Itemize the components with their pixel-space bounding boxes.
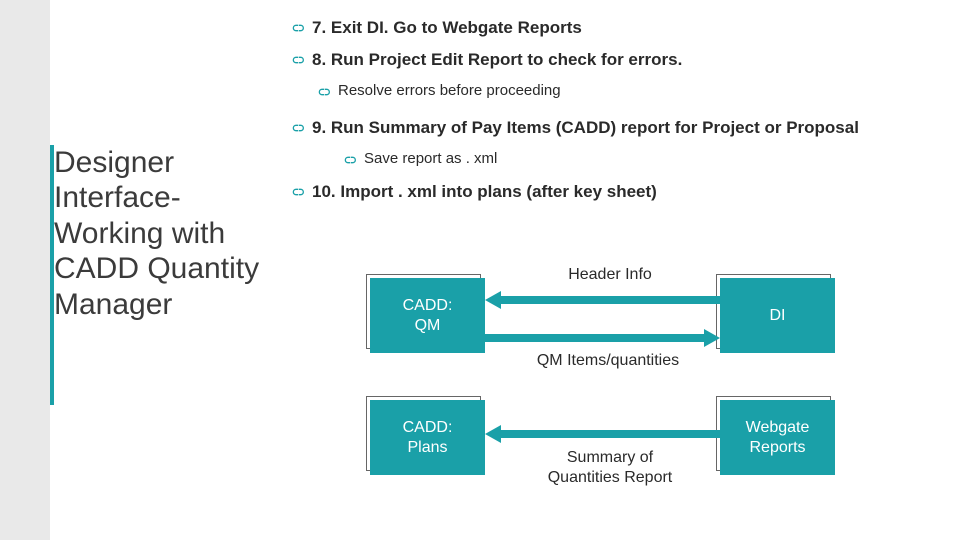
bullet-8a-text: Resolve errors before proceeding bbox=[338, 82, 561, 99]
bullet-9a: Save report as . xml bbox=[290, 150, 940, 172]
link-icon bbox=[290, 121, 306, 140]
label-summary-report: Summary of Quantities Report bbox=[520, 448, 700, 488]
bullet-8: 8. Run Project Edit Report to check for … bbox=[290, 50, 940, 72]
box-di: DI bbox=[720, 278, 835, 353]
slide-title: Designer Interface- Working with CADD Qu… bbox=[54, 145, 269, 322]
flow-diagram: CADD: QM DI CADD: Plans Webgate Reports … bbox=[320, 260, 920, 520]
arrow-left-bottom bbox=[485, 422, 720, 446]
box-webgate-reports: Webgate Reports bbox=[720, 400, 835, 475]
box-cadd-plans: CADD: Plans bbox=[370, 400, 485, 475]
label-header-info: Header Info bbox=[530, 266, 690, 284]
bullet-7: 7. Exit DI. Go to Webgate Reports bbox=[290, 18, 940, 40]
bullet-9: 9. Run Summary of Pay Items (CADD) repor… bbox=[290, 118, 940, 140]
box-cadd-qm: CADD: QM bbox=[370, 278, 485, 353]
bullet-9-text: 9. Run Summary of Pay Items (CADD) repor… bbox=[312, 118, 859, 138]
label-qm-items: QM Items/quantities bbox=[508, 352, 708, 370]
arrow-left-top bbox=[485, 288, 720, 312]
bullet-10: 10. Import . xml into plans (after key s… bbox=[290, 182, 940, 204]
link-icon bbox=[316, 85, 332, 104]
link-icon bbox=[290, 185, 306, 204]
bullet-8-text: 8. Run Project Edit Report to check for … bbox=[312, 50, 682, 70]
bullet-9a-text: Save report as . xml bbox=[364, 150, 497, 167]
bullet-7-text: 7. Exit DI. Go to Webgate Reports bbox=[312, 18, 582, 38]
link-icon bbox=[290, 21, 306, 40]
arrow-right-mid bbox=[485, 326, 720, 350]
bullet-10-text: 10. Import . xml into plans (after key s… bbox=[312, 182, 657, 202]
bullet-8a: Resolve errors before proceeding bbox=[290, 82, 940, 104]
link-icon bbox=[342, 153, 358, 172]
left-stripe bbox=[0, 0, 50, 540]
link-icon bbox=[290, 53, 306, 72]
content-area: 7. Exit DI. Go to Webgate Reports 8. Run… bbox=[290, 18, 940, 214]
